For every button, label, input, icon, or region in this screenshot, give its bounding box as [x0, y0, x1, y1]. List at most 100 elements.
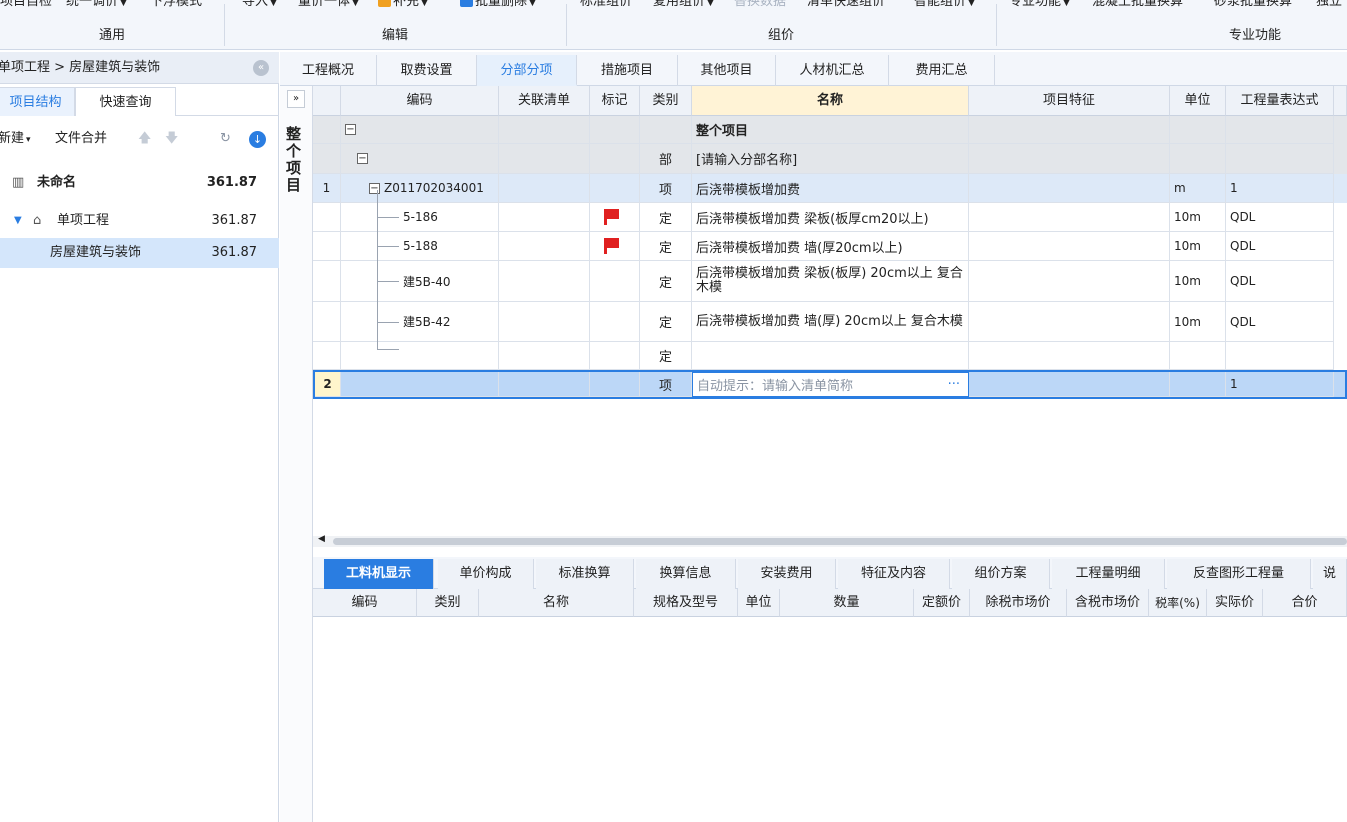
tab-quick-query[interactable]: 快速查询	[75, 87, 176, 116]
merge-file-button[interactable]: 文件合并	[55, 124, 107, 154]
row-expression[interactable]	[1226, 116, 1334, 144]
tab-unit-price[interactable]: 单价构成	[438, 559, 534, 589]
tab-reverse-graphic[interactable]: 反查图形工程量	[1167, 559, 1311, 589]
row-code[interactable]: −	[341, 144, 499, 174]
row-expression[interactable]	[1226, 144, 1334, 174]
row-feature[interactable]	[969, 372, 1170, 397]
project-check-button[interactable]: 项目自检	[0, 0, 52, 13]
row-category[interactable]: 定	[640, 261, 692, 302]
table-row[interactable]: 定	[313, 342, 1347, 370]
more-options-icon[interactable]: ···	[948, 377, 960, 392]
tree-item-root[interactable]: ▥ 未命名 361.87	[0, 168, 279, 198]
concrete-batch-button[interactable]: 混凝土批量换算	[1092, 0, 1183, 13]
row-feature[interactable]	[969, 342, 1170, 370]
bottom-header-total[interactable]: 合价	[1263, 589, 1347, 617]
collapse-box-icon[interactable]: −	[345, 124, 356, 135]
price-volume-button[interactable]: 量价一体 ▼	[298, 0, 359, 13]
bottom-header-tax-rate[interactable]: 税率(%)	[1149, 589, 1207, 617]
row-related-list[interactable]	[499, 372, 590, 397]
row-code[interactable]: − Z011702034001	[341, 174, 499, 203]
unified-adjust-button[interactable]: 统一调价 ▼	[66, 0, 127, 13]
bottom-header-unit[interactable]: 单位	[738, 589, 780, 617]
header-unit[interactable]: 单位	[1170, 86, 1226, 116]
row-mark[interactable]	[590, 302, 640, 342]
row-category[interactable]: 定	[640, 302, 692, 342]
expand-panel-icon[interactable]: »	[287, 90, 305, 108]
tab-description[interactable]: 说	[1313, 559, 1347, 589]
table-row[interactable]: − 整个项目	[313, 116, 1347, 144]
refresh-icon[interactable]: ↻	[220, 124, 231, 154]
row-name[interactable]: 后浇带模板增加费 梁板(板厚) 20cm以上 复合木模	[692, 261, 969, 302]
row-expression[interactable]: QDL	[1226, 261, 1334, 302]
bottom-header-code[interactable]: 编码	[313, 589, 417, 617]
import-button[interactable]: 导入 ▼	[242, 0, 277, 13]
tab-quantity-detail[interactable]: 工程量明细	[1052, 559, 1165, 589]
tab-conversion-info[interactable]: 换算信息	[636, 559, 736, 589]
bottom-header-quantity[interactable]: 数量	[780, 589, 914, 617]
row-category[interactable]: 定	[640, 203, 692, 232]
row-feature[interactable]	[969, 174, 1170, 203]
row-expression[interactable]: 1	[1226, 174, 1334, 203]
tab-other-items[interactable]: 其他项目	[678, 55, 776, 86]
row-unit[interactable]: 10m	[1170, 232, 1226, 261]
row-code[interactable]: 5-186	[341, 203, 499, 232]
scroll-thumb[interactable]	[333, 538, 1347, 545]
header-feature[interactable]: 项目特征	[969, 86, 1170, 116]
row-code[interactable]: 建5B-40	[341, 261, 499, 302]
bottom-header-name[interactable]: 名称	[479, 589, 634, 617]
tab-cost-summary[interactable]: 费用汇总	[889, 55, 995, 86]
row-unit[interactable]: 10m	[1170, 261, 1226, 302]
row-feature[interactable]	[969, 144, 1170, 174]
row-name[interactable]: 后浇带模板增加费 墙(厚) 20cm以上 复合木模	[692, 302, 969, 342]
row-unit[interactable]: m	[1170, 174, 1226, 203]
row-name[interactable]: [请输入分部名称]	[692, 144, 969, 174]
tab-sub-items[interactable]: 分部分项	[477, 55, 577, 86]
bottom-header-category[interactable]: 类别	[417, 589, 479, 617]
header-code[interactable]: 编码	[341, 86, 499, 116]
download-icon[interactable]: ↓	[249, 131, 266, 148]
table-row[interactable]: 建5B-40 定 后浇带模板增加费 梁板(板厚) 20cm以上 复合木模 10m…	[313, 261, 1347, 302]
table-row[interactable]: 5-188 定 后浇带模板增加费 墙(厚20cm以上) 10m QDL	[313, 232, 1347, 261]
row-expression[interactable]: QDL	[1226, 203, 1334, 232]
row-name[interactable]	[692, 342, 969, 370]
row-feature[interactable]	[969, 203, 1170, 232]
horizontal-scrollbar[interactable]: ◀	[313, 534, 1347, 547]
bottom-header-quota-price[interactable]: 定额价	[914, 589, 970, 617]
row-mark[interactable]	[590, 261, 640, 302]
move-down-icon[interactable]: 🡇	[165, 124, 178, 154]
pro-function-button[interactable]: 专业功能 ▼	[1009, 0, 1070, 13]
row-code[interactable]: −	[341, 116, 499, 144]
expand-arrow-icon[interactable]: ▼	[14, 206, 22, 236]
row-code[interactable]: 建5B-42	[341, 302, 499, 342]
row-mark[interactable]	[590, 342, 640, 370]
row-unit[interactable]: 10m	[1170, 302, 1226, 342]
tree-item-building[interactable]: 房屋建筑与装饰 361.87	[0, 238, 279, 268]
row-related-list[interactable]	[499, 232, 590, 261]
row-related-list[interactable]	[499, 144, 590, 174]
row-mark[interactable]	[590, 144, 640, 174]
row-related-list[interactable]	[499, 261, 590, 302]
row-related-list[interactable]	[499, 203, 590, 232]
reuse-pricing-button[interactable]: 复用组价 ▼	[653, 0, 714, 13]
replace-data-button[interactable]: 替换数据	[734, 0, 786, 13]
row-unit[interactable]: 10m	[1170, 203, 1226, 232]
row-expression[interactable]: 1	[1226, 372, 1334, 397]
list-quick-pricing-button[interactable]: 清单快速组价	[807, 0, 885, 13]
row-unit[interactable]	[1170, 116, 1226, 144]
float-mode-button[interactable]: 下浮模式	[150, 0, 202, 13]
row-mark[interactable]	[590, 174, 640, 203]
row-feature[interactable]	[969, 302, 1170, 342]
row-feature[interactable]	[969, 116, 1170, 144]
row-category[interactable]	[640, 116, 692, 144]
table-row[interactable]: 1 − Z011702034001 项 后浇带模板增加费 m 1	[313, 174, 1347, 203]
row-expression[interactable]	[1226, 342, 1334, 370]
row-mark[interactable]	[590, 203, 640, 232]
name-input[interactable]: 自动提示：请输入清单简称 ···	[692, 372, 969, 397]
row-feature[interactable]	[969, 261, 1170, 302]
row-related-list[interactable]	[499, 302, 590, 342]
table-row[interactable]: 建5B-42 定 后浇带模板增加费 墙(厚) 20cm以上 复合木模 10m Q…	[313, 302, 1347, 342]
row-feature[interactable]	[969, 232, 1170, 261]
table-row[interactable]: 5-186 定 后浇带模板增加费 梁板(板厚cm20以上) 10m QDL	[313, 203, 1347, 232]
tree-item-single-project[interactable]: ▼ ⌂ 单项工程 361.87	[0, 206, 279, 236]
bottom-header-pretax-market[interactable]: 除税市场价	[970, 589, 1067, 617]
